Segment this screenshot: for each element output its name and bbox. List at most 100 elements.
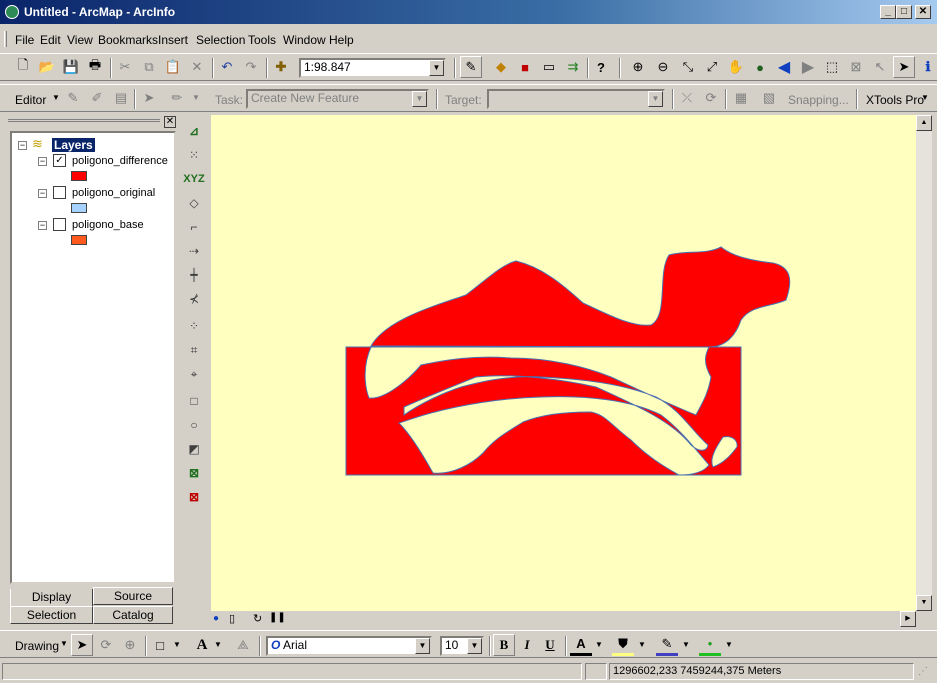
- open-folder-icon[interactable]: 📂: [36, 56, 58, 78]
- new-document-icon[interactable]: 🗋: [12, 56, 34, 78]
- font-color-icon[interactable]: A: [570, 634, 592, 656]
- circle-icon[interactable]: ○: [183, 414, 205, 436]
- scroll-right-icon[interactable]: ▶: [900, 611, 916, 627]
- select-features-icon[interactable]: ⬚: [821, 56, 843, 78]
- menu-help[interactable]: Help: [329, 33, 354, 47]
- map-scale-combo[interactable]: 1:98.847 ▼: [299, 58, 446, 78]
- tab-selection[interactable]: Selection: [10, 606, 93, 624]
- edit-tool-icon[interactable]: ✎: [62, 87, 84, 109]
- rectangle-icon[interactable]: □: [183, 390, 205, 412]
- xtools-shape-icon[interactable]: ⊿: [183, 120, 205, 142]
- identify-icon[interactable]: ℹ: [917, 56, 937, 78]
- layer-visibility-checkbox[interactable]: [53, 186, 66, 199]
- feature-class-icon[interactable]: ◩: [183, 438, 205, 460]
- resize-grip-icon[interactable]: ⋰: [918, 666, 928, 677]
- chevron-down-icon[interactable]: ▼: [648, 91, 663, 107]
- chevron-down-icon[interactable]: ▼: [415, 638, 430, 654]
- menu-window[interactable]: Window: [283, 33, 326, 47]
- menu-selection[interactable]: Selection: [196, 33, 245, 47]
- undo-icon[interactable]: ↶: [216, 56, 238, 78]
- underline-button[interactable]: U: [539, 634, 561, 656]
- add-data-icon[interactable]: ✚: [270, 56, 292, 78]
- export-table-icon[interactable]: ⊠: [183, 462, 205, 484]
- map-horizontal-scrollbar[interactable]: ● ▯ ↻ ❚❚ ▶: [211, 611, 916, 628]
- attributes-icon[interactable]: ▦: [730, 87, 752, 109]
- chevron-down-icon[interactable]: ▼: [921, 93, 929, 102]
- difference-polygon-top[interactable]: [370, 246, 791, 348]
- xtools-pro-menu[interactable]: XTools Pro: [866, 93, 924, 107]
- sketch-props-icon[interactable]: ▤: [110, 87, 132, 109]
- layers-root-label[interactable]: Layers: [52, 138, 95, 152]
- chevron-down-icon[interactable]: ▼: [595, 640, 603, 649]
- arctoolbox-icon[interactable]: ■: [514, 56, 536, 78]
- vertex-edit-icon[interactable]: ⌐: [183, 216, 205, 238]
- chevron-down-icon[interactable]: ▼: [60, 639, 68, 648]
- sketch-pencil-icon[interactable]: ✏: [166, 87, 188, 109]
- segment-dash-icon[interactable]: ⇢: [183, 240, 205, 262]
- menu-bookmarks[interactable]: Bookmarks: [98, 33, 158, 47]
- pause-drawing-icon[interactable]: ❚❚: [269, 612, 286, 623]
- polygon-vertices-icon[interactable]: ⌖: [183, 363, 205, 385]
- collapse-layer-icon[interactable]: −: [38, 157, 47, 166]
- tab-catalog[interactable]: Catalog: [93, 606, 173, 624]
- layer-symbol-swatch[interactable]: [71, 203, 87, 213]
- layer-visibility-checkbox[interactable]: ✓: [53, 154, 66, 167]
- collapse-layer-icon[interactable]: −: [38, 221, 47, 230]
- toc-grip[interactable]: [8, 119, 160, 127]
- select-pointer-icon[interactable]: ➤: [893, 56, 915, 78]
- fixed-zoom-out-icon[interactable]: ⤢: [701, 56, 723, 78]
- layer-name[interactable]: poligono_difference: [72, 155, 168, 167]
- zoom-in-icon[interactable]: ⊕: [627, 56, 649, 78]
- close-button[interactable]: ✕: [915, 5, 931, 19]
- difference-polygon-bottom[interactable]: [345, 346, 742, 476]
- grid-points-icon[interactable]: ⁙: [183, 144, 205, 166]
- layer-visibility-checkbox[interactable]: [53, 218, 66, 231]
- target-combo[interactable]: ▼: [487, 89, 665, 109]
- zoom-whole-page-icon[interactable]: ⊕: [119, 634, 141, 656]
- chevron-down-icon[interactable]: ▼: [412, 91, 427, 107]
- map-display[interactable]: [211, 115, 916, 611]
- delete-table-icon[interactable]: ⊠: [183, 486, 205, 508]
- menu-view[interactable]: View: [67, 33, 93, 47]
- menu-file[interactable]: File: [15, 33, 34, 47]
- split-tool-icon[interactable]: ⤫: [676, 87, 698, 109]
- print-icon[interactable]: 🖶: [84, 56, 106, 78]
- task-combo[interactable]: Create New Feature ▼: [246, 89, 429, 109]
- layer-symbol-swatch[interactable]: [71, 235, 87, 245]
- menu-grip[interactable]: [4, 31, 7, 47]
- editor-menu-label[interactable]: Editor: [15, 93, 46, 107]
- arccatalog-icon[interactable]: ◆: [490, 56, 512, 78]
- marker-color-icon[interactable]: •: [699, 634, 721, 656]
- pan-icon[interactable]: ✋: [725, 56, 747, 78]
- font-size-combo[interactable]: 10 ▼: [440, 636, 484, 656]
- select-elements-pointer-icon[interactable]: ➤: [71, 634, 93, 656]
- command-line-icon[interactable]: ▭: [538, 56, 560, 78]
- map-canvas[interactable]: [211, 115, 916, 611]
- chevron-down-icon[interactable]: ▼: [173, 640, 181, 649]
- bold-button[interactable]: B: [493, 634, 515, 656]
- xyz-coordinates-icon[interactable]: XYZ: [183, 168, 205, 190]
- drawing-menu[interactable]: Drawing: [15, 639, 59, 653]
- scroll-down-icon[interactable]: ▼: [916, 595, 932, 611]
- font-name-combo[interactable]: O Arial ▼: [266, 636, 432, 656]
- chevron-down-icon[interactable]: ▼: [725, 640, 733, 649]
- rotate-element-icon[interactable]: ⟳: [95, 634, 117, 656]
- maximize-button[interactable]: □: [896, 5, 912, 19]
- sketch-properties-icon[interactable]: ▧: [758, 87, 780, 109]
- editor-toolbar-toggle-icon[interactable]: ✎: [460, 56, 482, 78]
- layer-name[interactable]: poligono_base: [72, 219, 144, 231]
- line-color-icon[interactable]: ✎: [656, 634, 678, 656]
- clear-selection-icon[interactable]: ⊠: [845, 56, 867, 78]
- data-view-icon[interactable]: ●: [213, 613, 219, 624]
- collapse-layers-icon[interactable]: −: [18, 141, 27, 150]
- chevron-down-icon[interactable]: ▼: [638, 640, 646, 649]
- paste-icon[interactable]: 📋: [162, 56, 184, 78]
- italic-button[interactable]: I: [516, 634, 538, 656]
- menu-tools[interactable]: Tools: [248, 33, 276, 47]
- tab-display[interactable]: Display: [10, 589, 93, 607]
- polygon-outline-icon[interactable]: ◇: [183, 192, 205, 214]
- snapping-menu[interactable]: Snapping...: [788, 93, 849, 107]
- chevron-down-icon[interactable]: ▼: [192, 93, 200, 102]
- chevron-down-icon[interactable]: ▼: [52, 93, 60, 102]
- rotate-tool-icon[interactable]: ⟳: [700, 87, 722, 109]
